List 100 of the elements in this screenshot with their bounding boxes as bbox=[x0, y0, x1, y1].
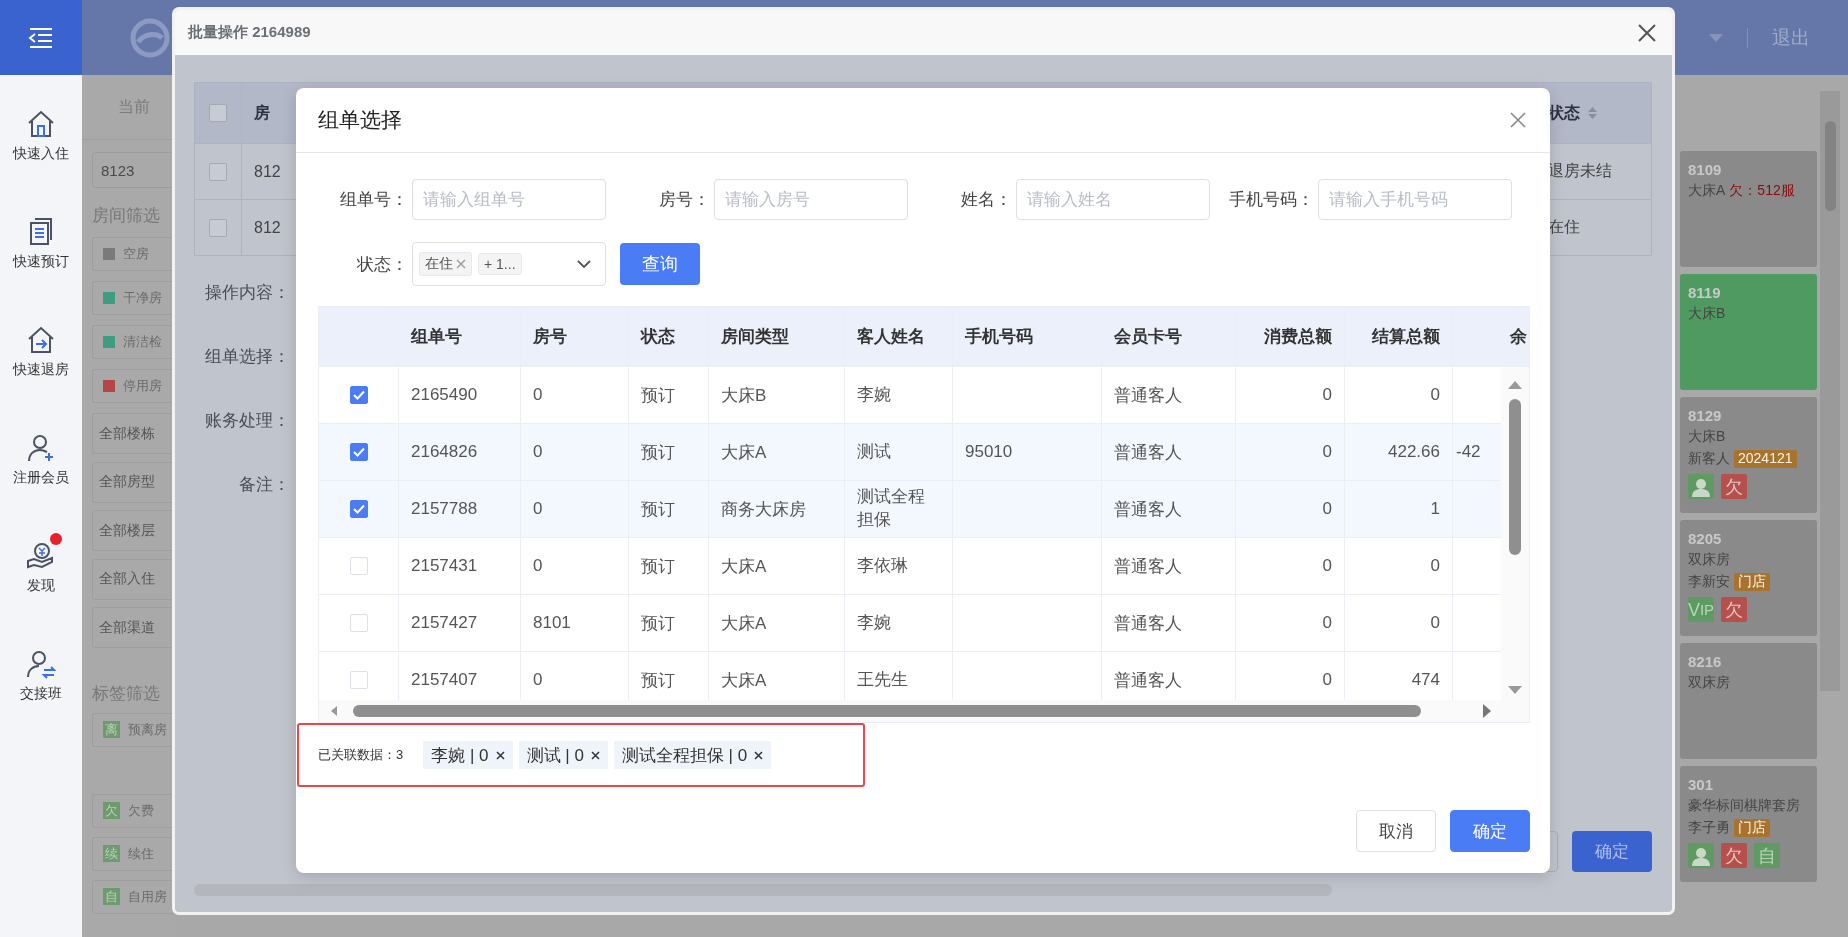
scroll-down-icon[interactable] bbox=[1508, 686, 1522, 694]
horizontal-scrollbar[interactable] bbox=[319, 700, 1529, 722]
room-card[interactable]: 8216 双床房 bbox=[1680, 643, 1817, 759]
status-badge: 欠 bbox=[1721, 474, 1747, 499]
table-cell-text: 李依琳 bbox=[857, 554, 908, 577]
table-cell: 0 bbox=[1430, 613, 1440, 633]
table-cell: 0 bbox=[1430, 556, 1440, 576]
table-cell-text: 测试 bbox=[857, 440, 891, 463]
table-cell: 2157431 bbox=[411, 556, 478, 576]
cancel-button[interactable]: 取消 bbox=[1356, 810, 1436, 852]
checkbox[interactable] bbox=[209, 218, 227, 237]
table-cell: 0 bbox=[533, 499, 543, 519]
table-cell-text: 预订 bbox=[641, 498, 675, 521]
room-card[interactable]: 301 豪华标间棋牌套房 李子勇 门店 欠 自 bbox=[1680, 766, 1817, 882]
column-header: 会员卡号 bbox=[1114, 326, 1182, 348]
table-cell: 95010 bbox=[965, 442, 1013, 462]
caret-icon[interactable] bbox=[1709, 33, 1723, 42]
nav-item[interactable]: 交接班 bbox=[0, 645, 82, 753]
column-header: 结算总额 bbox=[1372, 326, 1440, 348]
status-select[interactable]: 在住 + 1... bbox=[412, 242, 606, 286]
table-cell-text: 普通客人 bbox=[1114, 384, 1182, 407]
field-label: 状态： bbox=[356, 253, 409, 276]
nav-item[interactable]: 发现 bbox=[0, 537, 82, 645]
close-icon[interactable] bbox=[1638, 23, 1656, 42]
menu-button[interactable] bbox=[0, 0, 82, 75]
confirm-button[interactable]: 确定 bbox=[1572, 831, 1652, 872]
guest-name: 李新安 bbox=[1688, 573, 1730, 591]
table-cell: 0 bbox=[533, 670, 543, 690]
nav-item[interactable]: 快速入住 bbox=[0, 105, 82, 213]
menu-icon bbox=[28, 26, 54, 49]
room-card[interactable]: 8119 大床B bbox=[1680, 274, 1817, 390]
linked-tag[interactable]: 测试全程担保 | 0 bbox=[613, 741, 772, 769]
nav-item[interactable]: 注册会员 bbox=[0, 429, 82, 537]
checkbox[interactable] bbox=[349, 443, 368, 461]
table-cell: 1 bbox=[1430, 499, 1440, 519]
search-button[interactable]: 查询 bbox=[620, 243, 700, 285]
field-label: 手机号码： bbox=[1228, 189, 1315, 211]
column-header[interactable]: 房 bbox=[254, 102, 270, 124]
input-field[interactable]: 请输入组单号 bbox=[412, 179, 606, 220]
close-icon[interactable] bbox=[495, 750, 505, 760]
table-cell-text: 普通客人 bbox=[1114, 441, 1182, 464]
table-cell: 2157427 bbox=[411, 613, 478, 633]
house-icon bbox=[26, 109, 56, 139]
room-type: 大床B bbox=[1688, 428, 1726, 446]
close-icon[interactable] bbox=[754, 750, 764, 760]
dialog-title: 组单选择 bbox=[318, 107, 402, 133]
nav-item[interactable]: 快速预订 bbox=[0, 213, 82, 321]
field-label: 组单号： bbox=[339, 189, 409, 211]
debt-note: 欠：512服 bbox=[1729, 182, 1795, 200]
table-cell-text: 普通客人 bbox=[1114, 669, 1182, 692]
table-cell: 0 bbox=[1322, 613, 1332, 633]
table-cell: 0 bbox=[1322, 442, 1332, 462]
tag-badge: 欠 bbox=[103, 802, 120, 819]
input-field[interactable]: 请输入房号 bbox=[714, 179, 908, 220]
scroll-thumb[interactable] bbox=[353, 705, 1421, 717]
room-card[interactable]: 8109 大床A 欠：512服 bbox=[1680, 151, 1817, 267]
checkbox[interactable] bbox=[349, 386, 368, 404]
source-tag: 门店 bbox=[1734, 573, 1770, 591]
table-cell-text: 普通客人 bbox=[1114, 555, 1182, 578]
scroll-right-icon[interactable] bbox=[1483, 704, 1491, 718]
table-cell: 2165490 bbox=[411, 385, 478, 405]
scrollbar[interactable] bbox=[1820, 91, 1840, 691]
room-number: 301 bbox=[1688, 776, 1715, 793]
guest-name: 新客人 bbox=[1688, 450, 1730, 468]
table-cell-text: 预订 bbox=[641, 555, 675, 578]
linked-tag[interactable]: 李婉 | 0 bbox=[423, 741, 513, 769]
input-field[interactable]: 请输入手机号码 bbox=[1318, 179, 1512, 220]
guest-icon bbox=[1688, 474, 1714, 499]
table-cell-text: 预订 bbox=[641, 384, 675, 407]
vertical-scrollbar[interactable] bbox=[1501, 367, 1529, 702]
close-icon[interactable] bbox=[590, 750, 600, 760]
linked-tag[interactable]: 测试 | 0 bbox=[518, 741, 608, 769]
checkbox[interactable] bbox=[349, 500, 368, 518]
table-cell: 0 bbox=[533, 385, 543, 405]
field-label: 姓名： bbox=[960, 189, 1013, 211]
scroll-up-icon[interactable] bbox=[1508, 381, 1522, 389]
room-number: 8129 bbox=[1688, 407, 1723, 424]
sort-icon[interactable] bbox=[1588, 106, 1597, 120]
checkbox[interactable] bbox=[209, 162, 227, 181]
column-header: 组单号 bbox=[411, 326, 462, 348]
confirm-button[interactable]: 确定 bbox=[1450, 810, 1530, 852]
room-card[interactable]: 8129 大床B 新客人 2024121 欠 bbox=[1680, 397, 1817, 513]
logout-link[interactable]: 退出 bbox=[1772, 24, 1810, 51]
tag-badge: 自 bbox=[103, 888, 120, 905]
user-swap-icon bbox=[26, 649, 56, 679]
scroll-thumb[interactable] bbox=[1509, 399, 1521, 555]
table-cell: 0 bbox=[1430, 385, 1440, 405]
scroll-left-icon[interactable] bbox=[331, 706, 337, 716]
table-cell: 474 bbox=[1411, 670, 1440, 690]
input-field[interactable]: 请输入姓名 bbox=[1016, 179, 1210, 220]
room-number: 8119 bbox=[1688, 284, 1722, 301]
table-cell-text: 普通客人 bbox=[1114, 612, 1182, 635]
nav-item[interactable]: 快速退房 bbox=[0, 321, 82, 429]
selected-tag[interactable]: 在住 bbox=[419, 252, 472, 276]
column-header: 消费总额 bbox=[1264, 326, 1332, 348]
room-type: 豪华标间棋牌套房 bbox=[1688, 797, 1800, 815]
table-cell-text: 商务大床房 bbox=[721, 498, 806, 521]
source-tag: 门店 bbox=[1734, 819, 1770, 837]
checkbox[interactable] bbox=[209, 104, 227, 122]
column-header: 状态 bbox=[641, 326, 675, 348]
